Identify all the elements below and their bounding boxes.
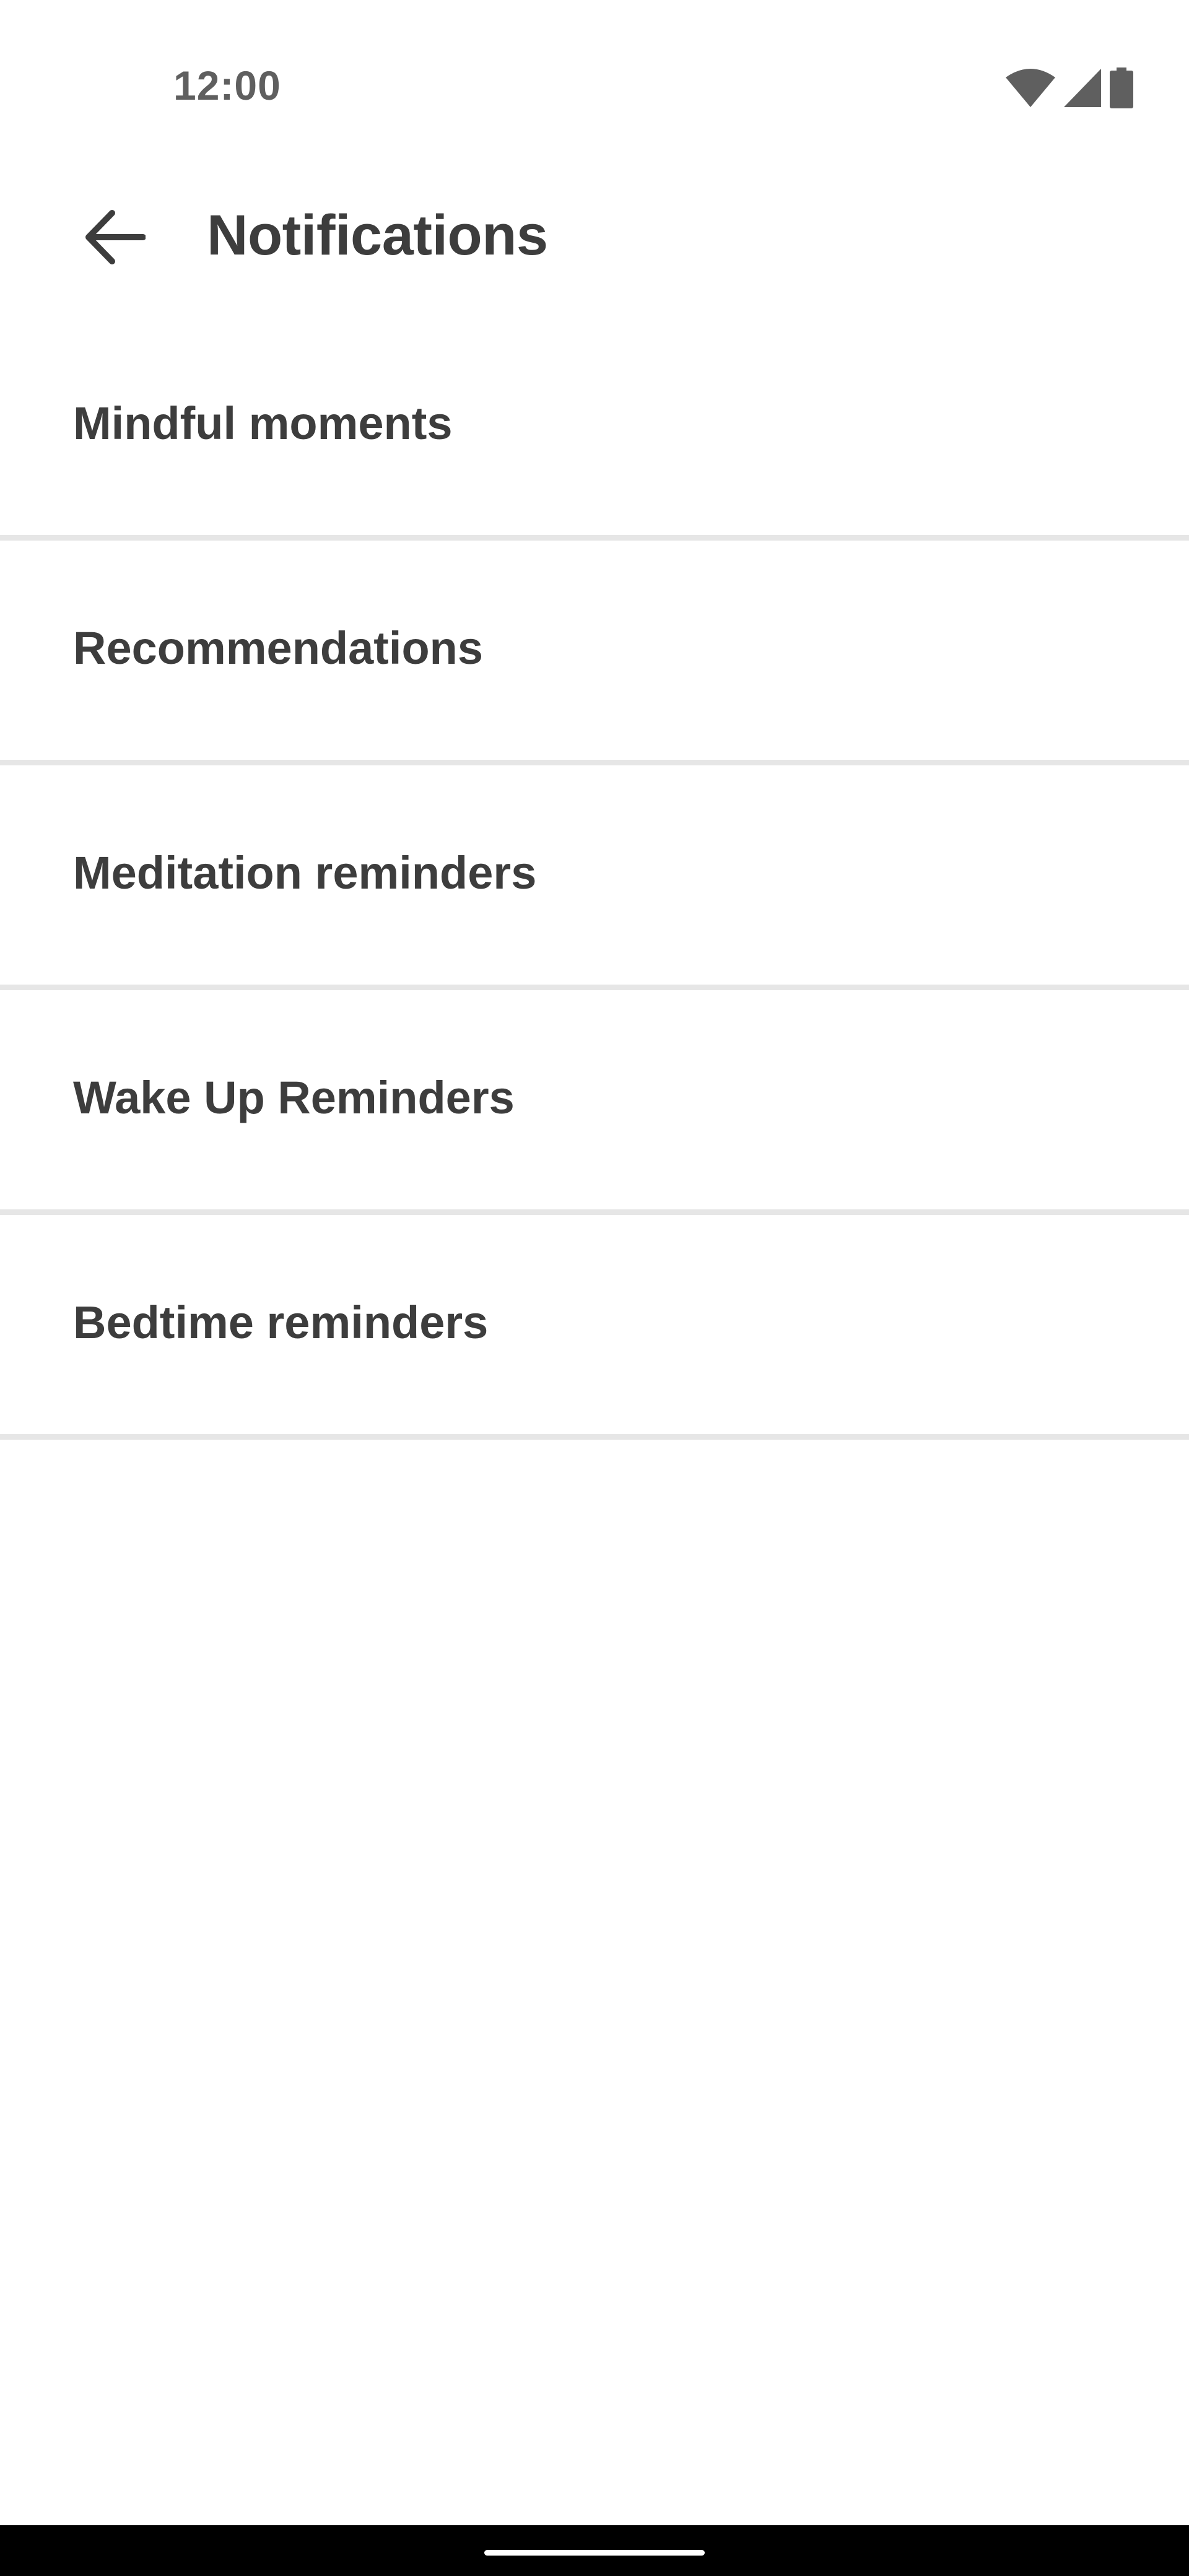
settings-item-label: Wake Up Reminders (73, 1072, 515, 1123)
system-navigation-bar (0, 2525, 1189, 2576)
cellular-signal-icon (1064, 68, 1101, 110)
settings-item-label: Meditation reminders (73, 847, 537, 899)
settings-item-mindful-moments[interactable]: Mindful moments (0, 316, 1189, 541)
settings-item-wake-up-reminders[interactable]: Wake Up Reminders (0, 990, 1189, 1215)
settings-item-label: Mindful moments (73, 398, 453, 449)
settings-item-bedtime-reminders[interactable]: Bedtime reminders (0, 1215, 1189, 1440)
settings-item-recommendations[interactable]: Recommendations (0, 541, 1189, 765)
wifi-icon (1006, 68, 1055, 110)
settings-item-meditation-reminders[interactable]: Meditation reminders (0, 765, 1189, 990)
status-icons (1006, 67, 1133, 111)
settings-item-label: Recommendations (73, 622, 484, 674)
app-bar: Notifications (0, 167, 1189, 303)
settings-item-label: Bedtime reminders (73, 1297, 489, 1348)
status-bar: 12:00 (0, 0, 1189, 124)
notification-settings-list: Mindful moments Recommendations Meditati… (0, 316, 1189, 1440)
back-button[interactable] (68, 192, 161, 285)
arrow-left-icon (84, 209, 146, 268)
status-time: 12:00 (173, 63, 281, 108)
home-indicator[interactable] (484, 2550, 705, 2556)
battery-icon (1110, 67, 1133, 111)
page-title: Notifications (207, 204, 548, 267)
